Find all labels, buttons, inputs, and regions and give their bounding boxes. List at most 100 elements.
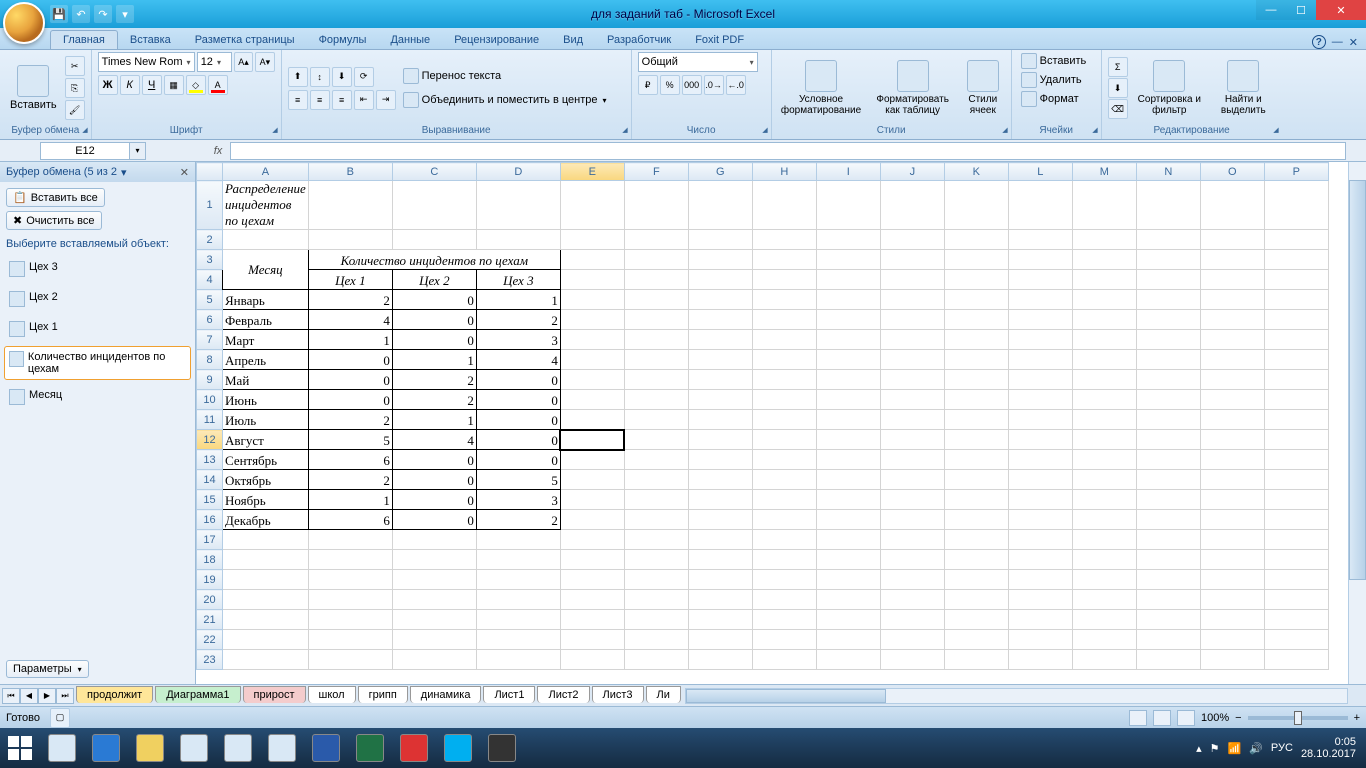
cell[interactable] xyxy=(688,630,752,650)
cell[interactable] xyxy=(1200,310,1264,330)
cell[interactable] xyxy=(1136,310,1200,330)
cell[interactable] xyxy=(688,450,752,470)
cell[interactable] xyxy=(1008,470,1072,490)
cell[interactable] xyxy=(223,570,309,590)
column-header[interactable]: N xyxy=(1136,163,1200,181)
cell[interactable] xyxy=(1136,490,1200,510)
cell[interactable] xyxy=(392,650,476,670)
cell[interactable] xyxy=(752,490,816,510)
cell[interactable] xyxy=(1200,330,1264,350)
cell[interactable]: 0 xyxy=(392,330,476,350)
cell[interactable] xyxy=(1264,230,1328,250)
cell[interactable] xyxy=(1008,390,1072,410)
cell[interactable] xyxy=(1264,290,1328,310)
tray-volume-icon[interactable]: 🔊 xyxy=(1249,742,1263,755)
cell[interactable] xyxy=(752,470,816,490)
sheet-nav-next[interactable]: ▶ xyxy=(38,688,56,704)
cell[interactable] xyxy=(1136,410,1200,430)
cell[interactable] xyxy=(1072,490,1136,510)
cell[interactable] xyxy=(223,230,309,250)
cell[interactable] xyxy=(1264,410,1328,430)
cell[interactable] xyxy=(752,350,816,370)
cell[interactable] xyxy=(752,430,816,450)
cell[interactable] xyxy=(1200,230,1264,250)
close-button[interactable]: ✕ xyxy=(1316,0,1366,20)
cell[interactable] xyxy=(816,570,880,590)
cell[interactable] xyxy=(560,290,624,310)
cell[interactable] xyxy=(880,270,944,290)
shrink-font-icon[interactable]: A▾ xyxy=(255,52,274,72)
sheet-tab[interactable]: Лист1 xyxy=(483,686,535,703)
cell[interactable] xyxy=(1072,270,1136,290)
cell[interactable] xyxy=(476,230,560,250)
cell[interactable] xyxy=(223,530,309,550)
cell[interactable] xyxy=(624,550,688,570)
cell[interactable] xyxy=(944,250,1008,270)
row-header[interactable]: 1 xyxy=(197,181,223,230)
cell[interactable] xyxy=(880,490,944,510)
cell[interactable]: 2 xyxy=(308,410,392,430)
cell[interactable] xyxy=(816,470,880,490)
row-header[interactable]: 20 xyxy=(197,590,223,610)
cell[interactable] xyxy=(944,610,1008,630)
clipboard-item[interactable]: Цех 3 xyxy=(4,256,191,282)
column-header[interactable]: I xyxy=(816,163,880,181)
cell[interactable] xyxy=(688,330,752,350)
cell[interactable]: Октябрь xyxy=(223,470,309,490)
cell[interactable] xyxy=(688,270,752,290)
borders-icon[interactable]: ▦ xyxy=(164,75,184,95)
grow-font-icon[interactable]: A▴ xyxy=(234,52,253,72)
cell[interactable] xyxy=(308,590,392,610)
cell[interactable] xyxy=(560,570,624,590)
cell[interactable] xyxy=(1200,270,1264,290)
cell[interactable] xyxy=(944,350,1008,370)
taskbar-skype-icon[interactable] xyxy=(438,732,478,764)
cell[interactable] xyxy=(816,181,880,230)
cell[interactable] xyxy=(816,590,880,610)
cell[interactable] xyxy=(476,181,560,230)
cell[interactable] xyxy=(688,370,752,390)
cell[interactable] xyxy=(1072,290,1136,310)
cell[interactable] xyxy=(560,390,624,410)
cell[interactable]: 2 xyxy=(308,290,392,310)
percent-icon[interactable]: % xyxy=(660,75,680,95)
row-header[interactable]: 4 xyxy=(197,270,223,290)
cell[interactable] xyxy=(688,430,752,450)
row-header[interactable]: 18 xyxy=(197,550,223,570)
cell[interactable] xyxy=(944,410,1008,430)
cell[interactable] xyxy=(1264,390,1328,410)
cell[interactable] xyxy=(1008,430,1072,450)
cell[interactable] xyxy=(476,550,560,570)
cell[interactable]: 0 xyxy=(308,370,392,390)
cell[interactable]: 5 xyxy=(308,430,392,450)
cell[interactable] xyxy=(1264,650,1328,670)
start-button[interactable] xyxy=(0,728,40,768)
cell[interactable] xyxy=(1264,310,1328,330)
column-header[interactable]: B xyxy=(308,163,392,181)
cell[interactable] xyxy=(624,410,688,430)
zoom-out-icon[interactable]: − xyxy=(1235,712,1241,724)
tray-flag-icon[interactable]: ⚑ xyxy=(1210,742,1220,755)
cell[interactable]: 1 xyxy=(392,350,476,370)
cell[interactable] xyxy=(880,290,944,310)
cell[interactable] xyxy=(944,230,1008,250)
cell[interactable] xyxy=(688,181,752,230)
cell[interactable] xyxy=(944,570,1008,590)
cell[interactable] xyxy=(560,450,624,470)
cell[interactable] xyxy=(752,550,816,570)
align-top-icon[interactable]: ⬆ xyxy=(288,67,308,87)
cell[interactable] xyxy=(476,650,560,670)
cell[interactable] xyxy=(560,590,624,610)
cell[interactable] xyxy=(624,650,688,670)
cell[interactable] xyxy=(688,610,752,630)
cell[interactable] xyxy=(752,330,816,350)
cell[interactable] xyxy=(392,230,476,250)
align-right-icon[interactable]: ≡ xyxy=(332,90,352,110)
cell[interactable] xyxy=(1136,270,1200,290)
cell[interactable] xyxy=(1008,570,1072,590)
orientation-icon[interactable]: ⟳ xyxy=(354,67,374,87)
cell[interactable] xyxy=(1072,250,1136,270)
office-button[interactable] xyxy=(3,2,45,44)
cell[interactable] xyxy=(880,630,944,650)
tray-language[interactable]: РУС xyxy=(1271,742,1293,754)
